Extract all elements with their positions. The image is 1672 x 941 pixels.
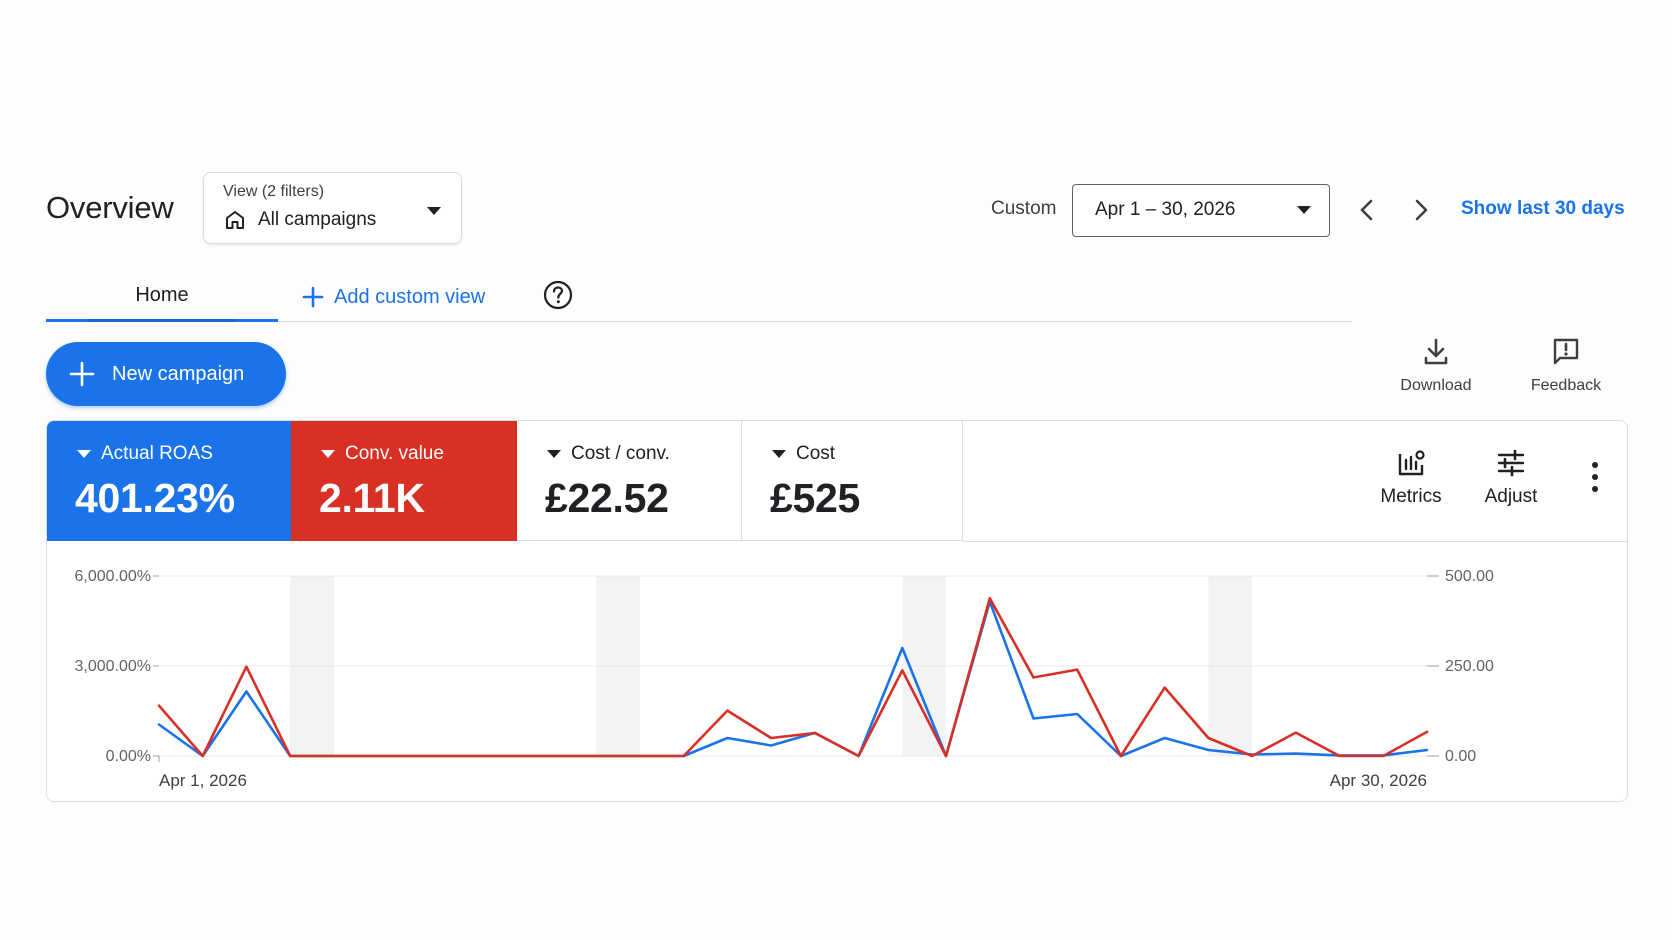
scorecard-value: £22.52 [545,475,669,521]
view-selector[interactable]: View (2 filters) All campaigns [203,172,462,244]
x-axis-end-label: Apr 30, 2026 [1330,771,1427,790]
scorecard-cost-per-conv[interactable]: Cost / conv. £22.52 [517,421,742,541]
performance-chart: 6,000.00% 3,000.00% 0.00% 500.00 250.00 0.00… [74,568,1494,790]
scorecard-cost[interactable]: Cost £525 [742,421,963,541]
scorecard-conv-value[interactable]: Conv. value 2.11K [291,421,517,541]
feedback-button[interactable]: Feedback [1516,336,1616,395]
tune-icon [1497,449,1525,477]
chevron-down-icon [1297,206,1311,214]
page-title: Overview [46,190,174,225]
left-axis-tick-label: 3,000.00% [74,658,151,675]
caret-down-icon [77,450,91,458]
adjust-button[interactable]: Adjust [1471,447,1551,508]
caret-down-icon [321,450,335,458]
more-vert-icon[interactable] [1585,457,1605,497]
download-label: Download [1400,377,1472,394]
plus-icon [69,361,95,387]
chevron-left-icon[interactable] [1351,194,1383,226]
show-last-30-days-link[interactable]: Show last 30 days [1461,198,1625,220]
right-axis-tick-label: 250.00 [1445,658,1494,675]
add-custom-view-button[interactable]: Add custom view [302,282,485,312]
tab-home-label: Home [135,284,189,306]
download-icon [1424,338,1448,365]
left-axis-tick-label: 0.00% [106,748,151,765]
scorecard-label: Cost [796,443,836,464]
tab-home[interactable]: Home [46,270,278,322]
x-axis-start-label: Apr 1, 2026 [159,771,247,790]
plus-icon [302,286,324,308]
add-custom-view-label: Add custom view [334,285,486,308]
help-icon[interactable] [542,279,574,311]
adjust-label: Adjust [1484,486,1538,507]
metrics-button[interactable]: Metrics [1371,447,1451,508]
range-label: Custom [991,198,1057,219]
view-value: All campaigns [258,209,377,230]
chevron-down-icon [427,207,441,215]
left-axis-tick-label: 6,000.00% [74,568,151,585]
scorecard-label: Cost / conv. [571,443,670,464]
feedback-icon [1553,338,1579,365]
scorecard-label: Conv. value [345,443,444,464]
date-range-picker[interactable]: Apr 1 – 30, 2026 [1072,184,1330,237]
scorecard-value: 401.23% [75,475,235,521]
right-axis-tick-label: 500.00 [1445,568,1494,585]
scorecard-actual-roas[interactable]: Actual ROAS 401.23% [47,421,291,541]
performance-card: Actual ROAS 401.23% Conv. value 2.11K Co… [46,420,1628,802]
feedback-label: Feedback [1530,377,1602,394]
right-axis-tick-label: 0.00 [1445,748,1476,765]
scorecard-label: Actual ROAS [101,443,213,464]
date-range-value: Apr 1 – 30, 2026 [1095,199,1236,220]
download-button[interactable]: Download [1386,336,1486,395]
scorecard-value: 2.11K [319,475,425,521]
chevron-right-icon[interactable] [1405,194,1437,226]
tab-active-indicator-center [88,319,236,322]
caret-down-icon [547,450,561,458]
new-campaign-label: New campaign [112,362,245,385]
caret-down-icon [772,450,786,458]
scorecard-value: £525 [770,475,861,521]
metrics-icon [1398,450,1425,476]
metrics-label: Metrics [1380,486,1442,507]
new-campaign-button[interactable]: New campaign [46,342,286,406]
view-caption: View (2 filters) [223,183,325,200]
home-icon [226,211,244,229]
